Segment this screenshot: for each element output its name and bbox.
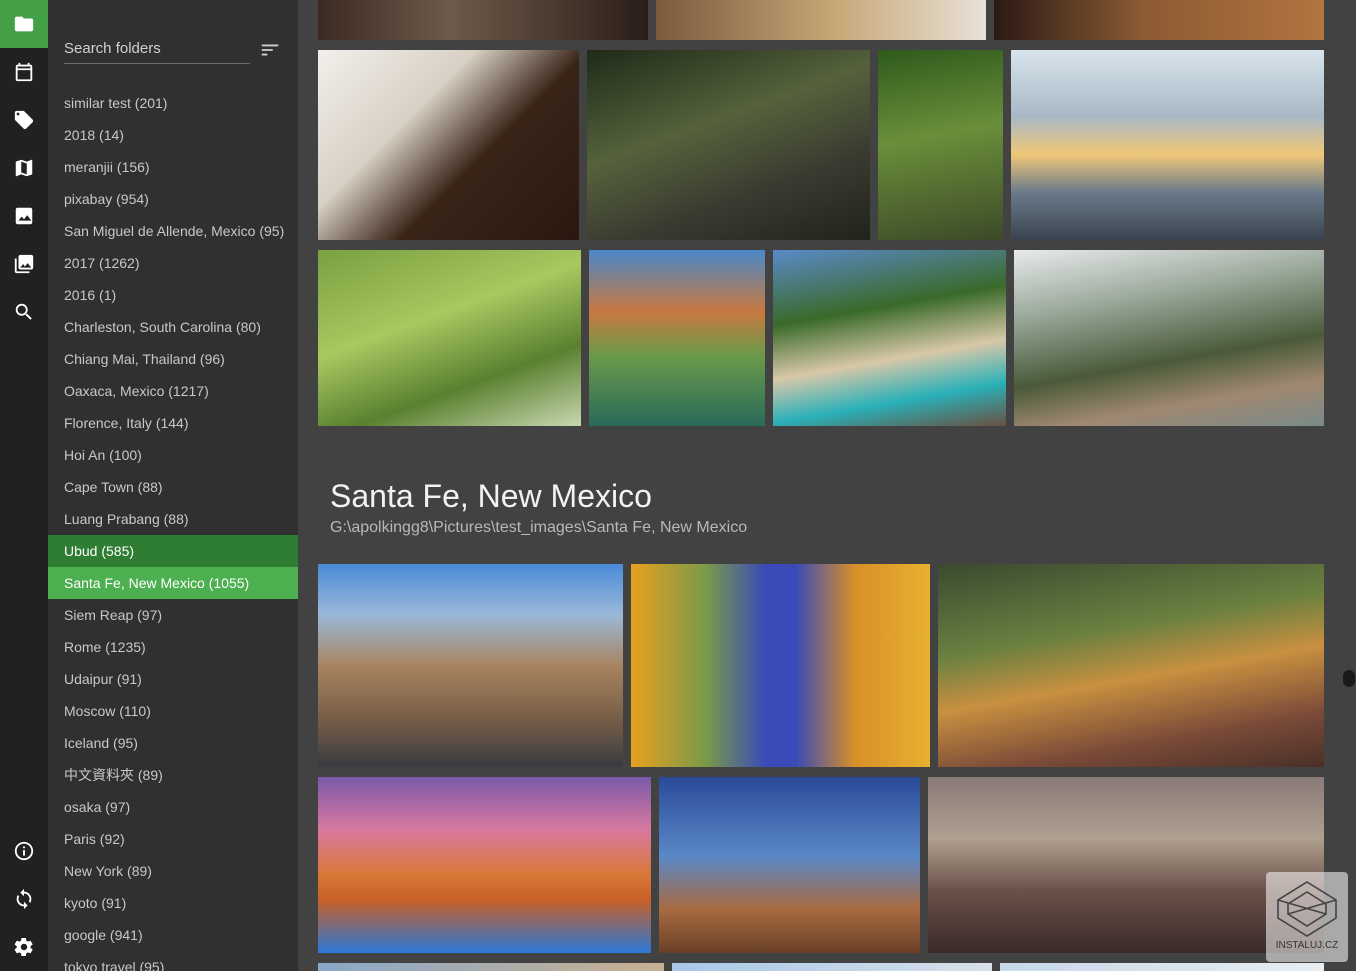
sync-button[interactable]: [0, 875, 48, 923]
folder-item[interactable]: Luang Prabang (88): [48, 503, 298, 535]
folder-item[interactable]: tokyo travel (95): [48, 951, 298, 971]
folder-item[interactable]: 2017 (1262): [48, 247, 298, 279]
tag-icon: [14, 110, 34, 130]
photo-thumbnail[interactable]: [773, 250, 1006, 426]
folder-item[interactable]: osaka (97): [48, 791, 298, 823]
photos-nav-button[interactable]: [0, 192, 48, 240]
photo-library-icon: [14, 254, 34, 274]
folder-item[interactable]: Santa Fe, New Mexico (1055): [48, 567, 298, 599]
map-icon: [15, 159, 33, 177]
folder-item[interactable]: kyoto (91): [48, 887, 298, 919]
folder-item[interactable]: meranjii (156): [48, 151, 298, 183]
photo-thumbnail[interactable]: [318, 777, 651, 953]
folder-panel: similar test (201)2018 (14)meranjii (156…: [48, 0, 298, 971]
photo-thumbnail[interactable]: [1000, 963, 1324, 971]
image-icon: [15, 207, 33, 225]
folder-item[interactable]: google (941): [48, 919, 298, 951]
folder-item[interactable]: San Miguel de Allende, Mexico (95): [48, 215, 298, 247]
photo-thumbnail[interactable]: [587, 50, 870, 240]
folder-item[interactable]: Charleston, South Carolina (80): [48, 311, 298, 343]
search-folders-input[interactable]: [64, 36, 250, 60]
photo-thumbnail[interactable]: [318, 963, 664, 971]
folder-list: similar test (201) 2018 (14) meranjii (156…: [48, 87, 298, 971]
folder-item[interactable]: 2016 (1): [48, 279, 298, 311]
photo-thumbnail[interactable]: [631, 564, 930, 767]
gear-icon: [14, 938, 33, 956]
folder-item[interactable]: Florence, Italy (144): [48, 407, 298, 439]
folder-item[interactable]: Ubud (585): [48, 535, 298, 567]
watermark-logo-icon: [1277, 881, 1337, 937]
photo-thumbnail[interactable]: [318, 50, 579, 240]
photo-thumbnail[interactable]: [672, 963, 992, 971]
photo-thumbnail[interactable]: [589, 250, 765, 426]
folder-item[interactable]: Paris (92): [48, 823, 298, 855]
folder-item[interactable]: New York (89): [48, 855, 298, 887]
sync-icon: [16, 888, 32, 910]
app-window: similar test (201)2018 (14)meranjii (156…: [0, 0, 1356, 971]
photo-thumbnail[interactable]: [318, 564, 623, 767]
photo-thumbnail[interactable]: [656, 0, 986, 40]
photo-thumbnail[interactable]: [1014, 250, 1324, 426]
tags-nav-button[interactable]: [0, 96, 48, 144]
photo-thumbnail[interactable]: [994, 0, 1324, 40]
map-nav-button[interactable]: [0, 144, 48, 192]
watermark-text: INSTALUJ.CZ: [1275, 940, 1339, 951]
albums-nav-button[interactable]: [0, 240, 48, 288]
photo-thumbnail[interactable]: [928, 777, 1324, 953]
folder-item[interactable]: Rome (1235): [48, 631, 298, 663]
photo-thumbnail[interactable]: [938, 564, 1324, 767]
photo-thumbnail[interactable]: [1011, 50, 1324, 240]
section-path: G:\apolkingg8\Pictures\test_images\Santa…: [330, 519, 748, 536]
photo-thumbnail[interactable]: [318, 0, 648, 40]
folder-item[interactable]: Udaipur (91): [48, 663, 298, 695]
folder-item[interactable]: Siem Reap (97): [48, 599, 298, 631]
folder-item[interactable]: 2018 (14): [48, 119, 298, 151]
folder-item[interactable]: Oaxaca, Mexico (1217): [48, 375, 298, 407]
folder-icon: [14, 16, 34, 32]
search-nav-button[interactable]: [0, 288, 48, 336]
info-button[interactable]: [0, 827, 48, 875]
folder-item[interactable]: similar test (201): [48, 87, 298, 119]
folder-item[interactable]: pixabay (954): [48, 183, 298, 215]
folder-item[interactable]: Chiang Mai, Thailand (96): [48, 343, 298, 375]
folders-nav-button[interactable]: [0, 0, 48, 48]
dates-nav-button[interactable]: [0, 48, 48, 96]
folder-item[interactable]: Cape Town (88): [48, 471, 298, 503]
photo-thumbnail[interactable]: [318, 250, 581, 426]
sort-icon: [261, 44, 279, 56]
calendar-icon: [15, 62, 33, 82]
folder-item[interactable]: Hoi An (100): [48, 439, 298, 471]
section-title: Santa Fe, New Mexico: [330, 478, 652, 514]
settings-button[interactable]: [0, 923, 48, 971]
folder-item[interactable]: Moscow (110): [48, 695, 298, 727]
sort-button[interactable]: [258, 38, 282, 62]
photo-thumbnail[interactable]: [659, 777, 920, 953]
photo-thumbnail[interactable]: [878, 50, 1003, 240]
watermark: INSTALUJ.CZ: [1266, 872, 1348, 962]
folder-item[interactable]: 中文資料夾 (89): [48, 759, 298, 791]
folder-item[interactable]: Iceland (95): [48, 727, 298, 759]
scrollbar-thumb[interactable]: [1343, 670, 1355, 687]
photo-gallery: Santa Fe, New Mexico G:\apolkingg8\Pictu…: [298, 0, 1356, 971]
info-icon: [14, 841, 34, 861]
folder-search: [64, 36, 250, 64]
search-icon: [15, 303, 32, 320]
nav-rail: [0, 0, 48, 971]
